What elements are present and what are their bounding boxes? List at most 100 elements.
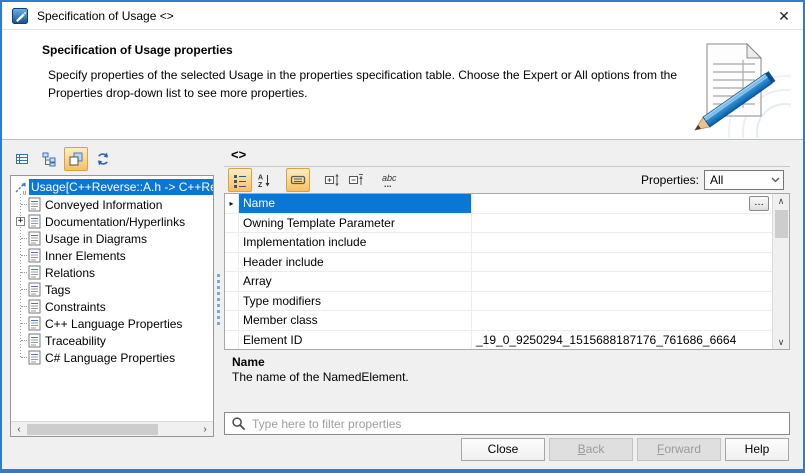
scroll-up-icon[interactable]: ∧ <box>778 194 785 208</box>
properties-toolbar: A Z abc ... Properties: All <box>224 166 790 193</box>
document-icon <box>28 350 41 365</box>
table-vertical-scrollbar[interactable]: ∧ ∨ <box>772 194 789 349</box>
table-view-icon[interactable] <box>10 147 34 171</box>
tree-item-label: Tags <box>45 282 71 297</box>
table-row-type-modifiers[interactable]: Type modifiers <box>225 291 772 311</box>
groups-tree: u Usage[C++Reverse::A.h -> C++Re Conveye… <box>10 175 214 437</box>
table-row-name[interactable]: ▸ Name … <box>225 194 772 214</box>
usage-arrow-icon: u <box>15 182 26 195</box>
right-panel: <> A Z abc ... Properties: All ▸ Name … … <box>224 146 790 437</box>
tree-connector <box>21 323 27 324</box>
scroll-right-icon[interactable]: › <box>199 423 211 436</box>
tree-item-documentation-hyperlinks[interactable]: + Documentation/Hyperlinks <box>13 213 213 230</box>
abc-icon[interactable]: abc ... <box>378 168 402 192</box>
property-value[interactable] <box>472 233 772 252</box>
pages-view-icon[interactable] <box>64 147 88 171</box>
property-value[interactable] <box>472 253 772 272</box>
tree-item-traceability[interactable]: Traceability <box>13 332 213 349</box>
close-icon[interactable]: ✕ <box>773 5 795 27</box>
properties-dropdown[interactable]: All <box>704 170 784 190</box>
property-value[interactable] <box>472 292 772 311</box>
tree-item-constraints[interactable]: Constraints <box>13 298 213 315</box>
svg-text:Z: Z <box>258 182 263 188</box>
description-title: Name <box>232 355 265 369</box>
svg-text:u: u <box>23 190 26 195</box>
scrollbar-thumb[interactable] <box>27 423 158 435</box>
filter-input[interactable] <box>252 416 783 431</box>
tree-item-label: Conveyed Information <box>45 197 163 212</box>
property-value[interactable]: … <box>472 194 772 213</box>
properties-rows: ▸ Name … Owning Template Parameter Imple… <box>225 194 772 349</box>
tree-connector <box>21 272 27 273</box>
expand-nodes-icon[interactable] <box>320 168 344 192</box>
property-name: Type modifiers <box>239 291 472 310</box>
tree-view-icon[interactable] <box>37 147 61 171</box>
scrollbar-thumb[interactable] <box>774 210 788 238</box>
svg-text:...: ... <box>384 179 392 188</box>
tree-item-relations[interactable]: Relations <box>13 264 213 281</box>
tree-connector <box>21 306 27 307</box>
tree-item-label: C++ Language Properties <box>45 316 183 331</box>
tree-item-inner-elements[interactable]: Inner Elements <box>13 247 213 264</box>
tree-item-conveyed-information[interactable]: Conveyed Information <box>13 196 213 213</box>
refresh-icon[interactable] <box>91 147 115 171</box>
table-row-owning-template-parameter[interactable]: Owning Template Parameter <box>225 213 772 233</box>
property-name: Member class <box>239 311 472 330</box>
tree-item-label: Documentation/Hyperlinks <box>45 214 186 229</box>
property-value[interactable]: _19_0_9250294_1515688187176_761686_6664 <box>472 331 772 350</box>
property-name: Array <box>239 272 472 291</box>
document-icon <box>28 282 41 297</box>
table-row-header-include[interactable]: Header include <box>225 252 772 272</box>
tree-item-tags[interactable]: Tags <box>13 281 213 298</box>
description-area-icon[interactable] <box>286 168 310 192</box>
table-row-member-class[interactable]: Member class <box>225 311 772 331</box>
tree-root-node[interactable]: u Usage[C++Reverse::A.h -> C++Re <box>13 178 213 196</box>
svg-text:A: A <box>258 175 263 182</box>
filter-field[interactable] <box>224 412 790 435</box>
property-description-panel: Name The name of the NamedElement. <box>224 350 790 412</box>
chevron-down-icon[interactable] <box>767 171 783 189</box>
help-button[interactable]: Help <box>725 438 789 461</box>
table-row-implementation-include[interactable]: Implementation include <box>225 233 772 253</box>
element-header: <> <box>231 147 247 162</box>
tree-horizontal-scrollbar[interactable]: ‹ › <box>11 421 213 436</box>
expand-plus-icon[interactable]: + <box>16 217 25 226</box>
main-area: u Usage[C++Reverse::A.h -> C++Re Conveye… <box>2 140 803 437</box>
document-icon <box>28 265 41 280</box>
property-value[interactable] <box>472 272 772 291</box>
table-row-array[interactable]: Array <box>225 272 772 292</box>
property-value[interactable] <box>472 214 772 233</box>
splitter-handle[interactable] <box>217 274 220 328</box>
property-name: Header include <box>239 252 472 271</box>
app-icon <box>12 7 28 24</box>
tree-item-cpp-language-properties[interactable]: C++ Language Properties <box>13 315 213 332</box>
property-value[interactable] <box>472 311 772 330</box>
description-text: The name of the NamedElement. <box>232 370 409 384</box>
properties-mode: Properties: All <box>641 170 788 190</box>
scroll-down-icon[interactable]: ∨ <box>778 335 785 349</box>
sort-alphabetically-icon[interactable]: A Z <box>252 168 276 192</box>
close-button[interactable]: Close <box>461 438 545 461</box>
panel-splitter[interactable] <box>214 146 224 437</box>
properties-label: Properties: <box>640 173 699 187</box>
categorized-view-icon[interactable] <box>228 168 252 192</box>
tree-item-csharp-language-properties[interactable]: C# Language Properties <box>13 349 213 366</box>
edit-dots-button[interactable]: … <box>749 195 769 211</box>
tree-list: Conveyed Information + Documentation/Hyp… <box>13 194 213 366</box>
tree-item-label: Relations <box>45 265 96 280</box>
collapse-nodes-icon[interactable] <box>344 168 368 192</box>
document-pencil-icon <box>694 42 791 138</box>
tree-connector <box>21 289 27 290</box>
document-icon <box>28 214 41 229</box>
specification-dialog: Specification of Usage <> ✕ Specificatio… <box>0 0 805 473</box>
search-icon <box>232 417 245 430</box>
button-bar: Close Back Forward Help <box>2 437 803 469</box>
scroll-left-icon[interactable]: ‹ <box>13 423 25 436</box>
table-row-element-id[interactable]: Element ID _19_0_9250294_1515688187176_7… <box>225 330 772 350</box>
tree-connector <box>21 238 27 239</box>
header-description: Specify properties of the selected Usage… <box>48 68 678 100</box>
property-name: Element ID <box>239 330 472 349</box>
tree-item-usage-in-diagrams[interactable]: Usage in Diagrams <box>13 230 213 247</box>
forward-button: Forward <box>637 438 721 461</box>
document-icon <box>28 248 41 263</box>
